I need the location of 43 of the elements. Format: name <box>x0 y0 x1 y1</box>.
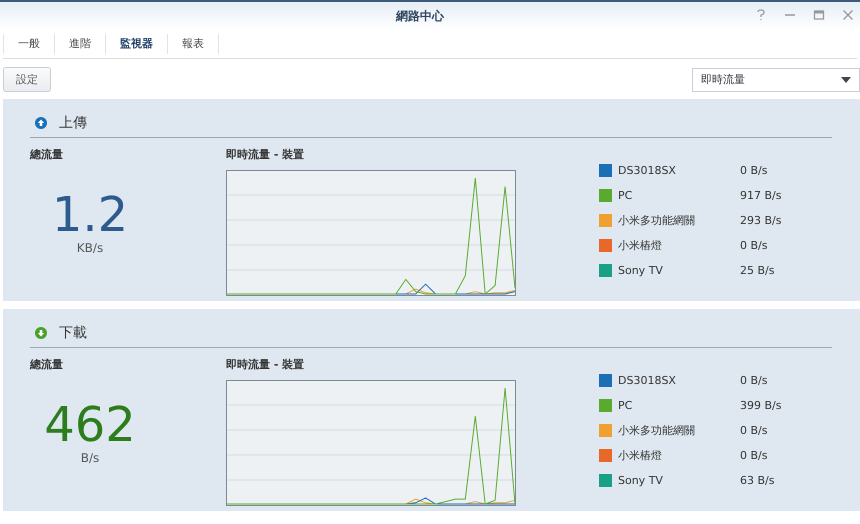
device-name: 小米多功能網關 <box>618 212 696 228</box>
help-icon[interactable] <box>755 9 767 21</box>
device-rate: 0 B/s <box>740 448 768 462</box>
device-rate: 0 B/s <box>740 424 768 436</box>
maximize-icon[interactable] <box>813 9 825 21</box>
device-name: PC <box>618 188 634 202</box>
settings-button[interactable]: 設定 <box>3 67 51 92</box>
device-rate: 293 B/s <box>740 214 782 226</box>
device-name: Sony TV <box>618 474 664 486</box>
section-title: 上傳 <box>59 114 87 132</box>
tab[interactable]: 進階 <box>54 34 105 54</box>
caret-icon <box>841 76 851 82</box>
total-label: 總流量 <box>30 357 64 373</box>
device-rate: 0 B/s <box>740 238 768 252</box>
section-title: 下載 <box>59 324 87 342</box>
chart-label: 即時流量 - 裝置 <box>226 147 306 163</box>
device-name: 小米多功能網關 <box>618 422 696 438</box>
device-rate: 25 B/s <box>740 264 776 276</box>
tab[interactable]: 一般 <box>3 34 54 54</box>
device-name: 小米樁燈 <box>618 238 663 252</box>
down-arrow-icon <box>35 327 47 339</box>
window-title: 網路中心 <box>396 8 444 24</box>
device-name: PC <box>618 398 634 412</box>
total-unit: KB/s <box>76 241 104 255</box>
device-rate: 917 B/s <box>740 188 782 202</box>
total-unit: B/s <box>80 451 100 465</box>
device-name: Sony TV <box>618 264 664 276</box>
close-icon[interactable] <box>842 9 854 21</box>
view-dropdown[interactable]: 即時流量 <box>692 68 860 92</box>
total-value: 462 <box>43 399 137 451</box>
tab[interactable]: 報表 <box>167 34 219 54</box>
total-label: 總流量 <box>30 147 64 163</box>
device-rate: 0 B/s <box>740 374 768 386</box>
device-name: DS3018SX <box>618 164 677 176</box>
device-name: 小米樁燈 <box>618 448 663 462</box>
device-rate: 0 B/s <box>740 164 768 176</box>
device-rate: 63 B/s <box>740 474 776 486</box>
total-value: 1.2 <box>50 189 130 241</box>
up-arrow-icon <box>35 117 47 129</box>
chart-label: 即時流量 - 裝置 <box>226 357 306 373</box>
device-rate: 399 B/s <box>740 398 782 412</box>
tab[interactable]: 監視器 <box>105 34 167 54</box>
device-name: DS3018SX <box>618 374 677 386</box>
